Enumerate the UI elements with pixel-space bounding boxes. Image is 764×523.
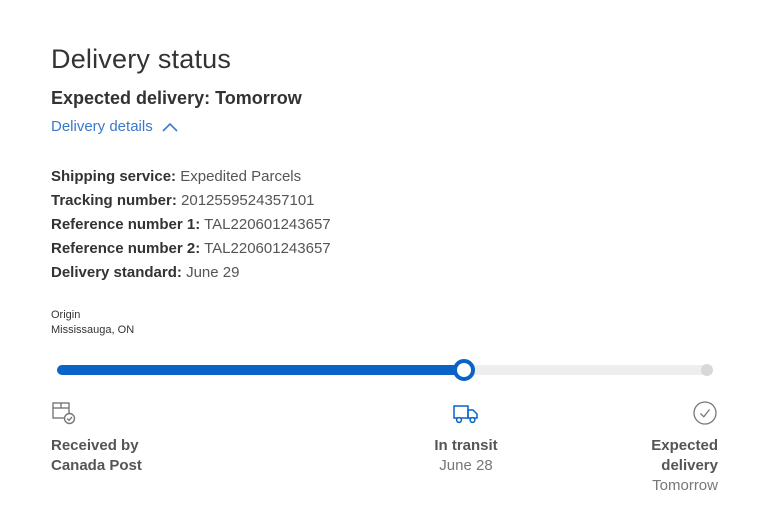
info-label: Reference number 1: [51, 216, 201, 233]
check-circle-icon [608, 400, 718, 426]
info-label: Tracking number: [51, 192, 177, 209]
delivery-progress-bar [51, 359, 717, 381]
info-tracking-number: Tracking number: 2012559524357101 [51, 189, 331, 213]
expected-delivery-heading: Expected delivery: Tomorrow [51, 88, 302, 108]
info-value: TAL220601243657 [204, 240, 331, 257]
progress-current-marker [452, 359, 475, 381]
delivery-truck-icon [398, 400, 534, 426]
shipment-info-list: Shipping service: Expedited Parcels Trac… [51, 165, 331, 285]
stage-name: Received by Canada Post [51, 437, 142, 474]
progress-fill [57, 365, 464, 375]
chevron-up-icon [162, 122, 178, 132]
stage-received: Received by Canada Post [51, 400, 161, 476]
stage-in-transit: In transit June 28 [398, 400, 534, 476]
origin-label: Origin [51, 309, 81, 321]
stage-date: June 28 [439, 457, 493, 474]
info-value: 2012559524357101 [181, 192, 315, 209]
progress-end-dot [701, 364, 713, 376]
info-value: Expedited Parcels [180, 168, 302, 185]
info-label: Shipping service: [51, 168, 177, 185]
origin-block: Origin Mississauga, ON [51, 308, 134, 338]
page-title: Delivery status [51, 44, 232, 75]
stage-name: In transit [434, 437, 498, 454]
info-shipping-service: Shipping service: Expedited Parcels [51, 165, 331, 189]
delivery-details-toggle[interactable]: Delivery details [51, 118, 178, 135]
info-delivery-standard: Delivery standard: June 29 [51, 261, 331, 285]
info-label: Reference number 2: [51, 240, 201, 257]
info-label: Delivery standard: [51, 264, 182, 281]
delivery-details-label: Delivery details [51, 118, 153, 135]
stage-expected-delivery: Expected delivery Tomorrow [608, 400, 718, 496]
stage-name: Expected delivery [651, 437, 718, 474]
info-reference-number-1: Reference number 1: TAL220601243657 [51, 213, 331, 237]
stage-date: Tomorrow [652, 477, 718, 494]
info-value: TAL220601243657 [204, 216, 331, 233]
origin-location: Mississauga, ON [51, 324, 135, 336]
info-reference-number-2: Reference number 2: TAL220601243657 [51, 237, 331, 261]
info-value: June 29 [186, 264, 240, 281]
package-check-icon [51, 400, 161, 426]
